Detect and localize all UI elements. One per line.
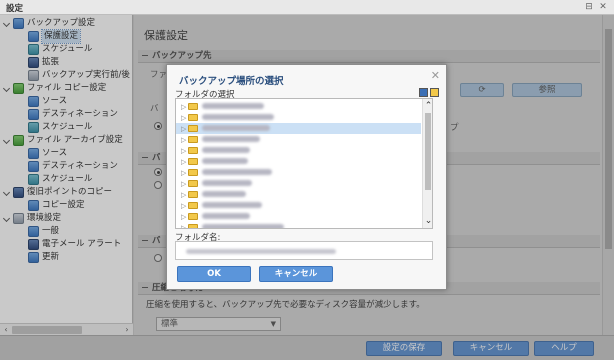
new-folder-icon[interactable]: [430, 88, 439, 97]
scroll-up-icon[interactable]: ⌃: [423, 101, 432, 111]
folder-item[interactable]: ▷: [176, 211, 421, 222]
folder-icon: [188, 224, 198, 228]
dialog-cancel-button[interactable]: キャンセル: [259, 266, 333, 282]
window-titlebar: 設定 ⊟ ✕: [0, 0, 614, 15]
scrollbar-thumb[interactable]: [425, 113, 431, 190]
folder-tree[interactable]: ▷ ▷ ▷ ▷ ▷ ▷ ▷ ▷ ▷ ▷ ▷ ▷ ⌃ ⌄: [175, 98, 433, 229]
ok-button[interactable]: OK: [177, 266, 251, 282]
folder-item[interactable]: ▷: [176, 145, 421, 156]
folder-item[interactable]: ▷: [176, 156, 421, 167]
folder-item[interactable]: ▷: [176, 178, 421, 189]
folder-icon: [188, 103, 198, 110]
window-title: 設定: [6, 4, 24, 14]
folder-icon: [188, 169, 198, 176]
folder-item[interactable]: ▷: [176, 189, 421, 200]
backup-location-dialog: バックアップ場所の選択 ✕ フォルダの選択 ▷ ▷ ▷ ▷ ▷ ▷ ▷ ▷ ▷ …: [166, 64, 447, 290]
scroll-down-icon[interactable]: ⌄: [423, 216, 432, 226]
folder-icon: [188, 213, 198, 220]
folder-item[interactable]: ▷: [176, 101, 421, 112]
folder-icon: [188, 114, 198, 121]
folder-item[interactable]: ▷: [176, 134, 421, 145]
folder-icon: [188, 158, 198, 165]
folder-name-field[interactable]: [175, 241, 433, 260]
folder-item[interactable]: ▷: [176, 200, 421, 211]
folder-item[interactable]: ▷: [176, 112, 421, 123]
folder-icon: [188, 180, 198, 187]
restore-icon[interactable]: ⊟: [584, 2, 594, 12]
folder-item[interactable]: ▷: [176, 222, 421, 228]
folder-tree-scrollbar[interactable]: ⌃ ⌄: [422, 99, 432, 228]
close-icon[interactable]: ✕: [598, 2, 608, 12]
folder-icon: [188, 147, 198, 154]
folder-item[interactable]: ▷: [176, 167, 421, 178]
close-icon[interactable]: ✕: [431, 69, 440, 82]
folder-icon: [188, 125, 198, 132]
folder-icon: [188, 191, 198, 198]
folder-icon: [188, 136, 198, 143]
dialog-title: バックアップ場所の選択: [179, 76, 284, 87]
folder-icon: [188, 202, 198, 209]
folder-item-selected[interactable]: ▷: [176, 123, 421, 134]
up-folder-icon[interactable]: [419, 88, 428, 97]
